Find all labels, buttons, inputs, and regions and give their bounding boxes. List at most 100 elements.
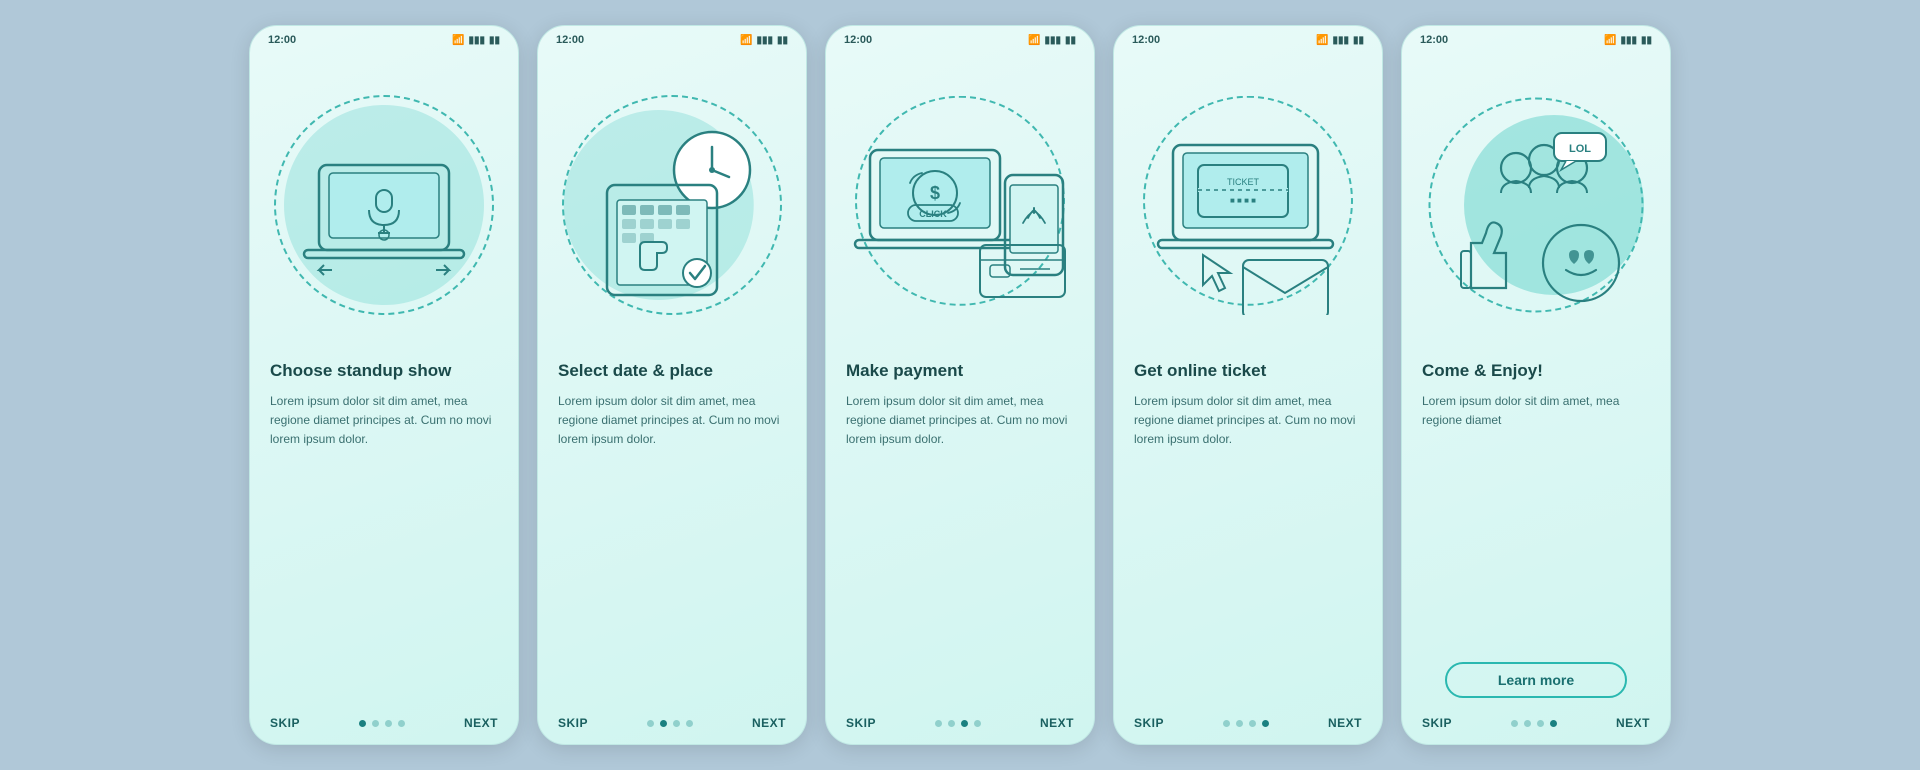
- signal-icon-2: ▮▮▮: [756, 35, 773, 46]
- dot-4-3: [1262, 720, 1269, 727]
- dot-1-1: [372, 720, 379, 727]
- screens-container: 12:00 📶 ▮▮▮ ▮▮: [249, 25, 1671, 745]
- skip-btn-3[interactable]: SKIP: [846, 716, 876, 730]
- status-bar-1: 12:00 📶 ▮▮▮ ▮▮: [250, 26, 518, 50]
- status-bar-5: 12:00 📶 ▮▮▮ ▮▮: [1402, 26, 1670, 50]
- phone-screen-3: 12:00 📶 ▮▮▮ ▮▮ $: [825, 25, 1095, 745]
- content-5: Come & Enjoy! Lorem ipsum dolor sit dim …: [1402, 360, 1670, 708]
- battery-icon-5: ▮▮: [1641, 35, 1652, 46]
- screen-body-2: Lorem ipsum dolor sit dim amet, mea regi…: [558, 392, 786, 708]
- svg-text:■ ■ ■ ■: ■ ■ ■ ■: [1230, 196, 1256, 205]
- status-icons-1: 📶 ▮▮▮ ▮▮: [452, 35, 500, 46]
- wifi-icon: 📶: [452, 35, 464, 46]
- signal-icon-4: ▮▮▮: [1332, 35, 1349, 46]
- illustration-4: TICKET ■ ■ ■ ■: [1114, 50, 1382, 360]
- screen-body-4: Lorem ipsum dolor sit dim amet, mea regi…: [1134, 392, 1362, 708]
- phone-screen-5: 12:00 📶 ▮▮▮ ▮▮ LOL: [1401, 25, 1671, 745]
- svg-text:CLICK: CLICK: [919, 209, 947, 219]
- illustration-5: LOL: [1402, 50, 1670, 360]
- time-1: 12:00: [268, 34, 296, 46]
- dots-4: [1223, 720, 1269, 727]
- battery-icon-3: ▮▮: [1065, 35, 1076, 46]
- next-btn-2[interactable]: NEXT: [752, 716, 786, 730]
- signal-icon: ▮▮▮: [468, 35, 485, 46]
- dot-3-3: [974, 720, 981, 727]
- phone-screen-4: 12:00 📶 ▮▮▮ ▮▮ TICKET ■ ■ ■ ■: [1113, 25, 1383, 745]
- time-3: 12:00: [844, 34, 872, 46]
- next-btn-4[interactable]: NEXT: [1328, 716, 1362, 730]
- battery-icon: ▮▮: [489, 35, 500, 46]
- next-btn-1[interactable]: NEXT: [464, 716, 498, 730]
- bottom-nav-1: SKIP NEXT: [250, 708, 518, 744]
- bottom-nav-4: SKIP NEXT: [1114, 708, 1382, 744]
- dot-2-1: [660, 720, 667, 727]
- dot-1-2: [385, 720, 392, 727]
- skip-btn-1[interactable]: SKIP: [270, 716, 300, 730]
- dot-4-0: [1223, 720, 1230, 727]
- illustration-2: [538, 50, 806, 360]
- ticket-svg: TICKET ■ ■ ■ ■: [1133, 95, 1363, 315]
- skip-btn-5[interactable]: SKIP: [1422, 716, 1452, 730]
- wifi-icon-4: 📶: [1316, 35, 1328, 46]
- enjoy-svg: LOL: [1416, 98, 1656, 313]
- dot-3-0: [935, 720, 942, 727]
- screen-title-3: Make payment: [846, 360, 1074, 382]
- status-icons-4: 📶 ▮▮▮ ▮▮: [1316, 35, 1364, 46]
- dot-2-0: [647, 720, 654, 727]
- dots-2: [647, 720, 693, 727]
- bottom-nav-2: SKIP NEXT: [538, 708, 806, 744]
- dot-4-1: [1236, 720, 1243, 727]
- status-icons-5: 📶 ▮▮▮ ▮▮: [1604, 35, 1652, 46]
- dot-4-2: [1249, 720, 1256, 727]
- svg-text:TICKET: TICKET: [1227, 177, 1260, 187]
- next-btn-3[interactable]: NEXT: [1040, 716, 1074, 730]
- dot-2-2: [673, 720, 680, 727]
- screen-title-4: Get online ticket: [1134, 360, 1362, 382]
- dot-5-2: [1537, 720, 1544, 727]
- content-4: Get online ticket Lorem ipsum dolor sit …: [1114, 360, 1382, 708]
- payment-svg: $ CLICK: [840, 95, 1080, 315]
- status-bar-2: 12:00 📶 ▮▮▮ ▮▮: [538, 26, 806, 50]
- dot-5-1: [1524, 720, 1531, 727]
- bottom-nav-5: SKIP NEXT: [1402, 708, 1670, 744]
- dot-2-3: [686, 720, 693, 727]
- content-1: Choose standup show Lorem ipsum dolor si…: [250, 360, 518, 708]
- dot-1-0: [359, 720, 366, 727]
- battery-icon-2: ▮▮: [777, 35, 788, 46]
- illustration-1: [250, 50, 518, 360]
- dot-3-2: [961, 720, 968, 727]
- calendar-clock-svg: [557, 95, 787, 315]
- learn-more-button[interactable]: Learn more: [1445, 662, 1627, 698]
- dots-3: [935, 720, 981, 727]
- wifi-icon-3: 📶: [1028, 35, 1040, 46]
- screen-body-3: Lorem ipsum dolor sit dim amet, mea regi…: [846, 392, 1074, 708]
- dot-5-3: [1550, 720, 1557, 727]
- svg-text:LOL: LOL: [1569, 143, 1591, 155]
- battery-icon-4: ▮▮: [1353, 35, 1364, 46]
- status-icons-2: 📶 ▮▮▮ ▮▮: [740, 35, 788, 46]
- screen-title-1: Choose standup show: [270, 360, 498, 382]
- phone-screen-1: 12:00 📶 ▮▮▮ ▮▮: [249, 25, 519, 745]
- time-4: 12:00: [1132, 34, 1160, 46]
- dot-5-0: [1511, 720, 1518, 727]
- wifi-icon-2: 📶: [740, 35, 752, 46]
- phone-screen-2: 12:00 📶 ▮▮▮ ▮▮: [537, 25, 807, 745]
- bottom-nav-3: SKIP NEXT: [826, 708, 1094, 744]
- screen-title-5: Come & Enjoy!: [1422, 360, 1650, 382]
- screen-body-5: Lorem ipsum dolor sit dim amet, mea regi…: [1422, 392, 1650, 652]
- content-3: Make payment Lorem ipsum dolor sit dim a…: [826, 360, 1094, 708]
- dots-5: [1511, 720, 1557, 727]
- wifi-icon-5: 📶: [1604, 35, 1616, 46]
- dots-1: [359, 720, 405, 727]
- next-btn-5[interactable]: NEXT: [1616, 716, 1650, 730]
- svg-text:$: $: [930, 183, 940, 203]
- screen-title-2: Select date & place: [558, 360, 786, 382]
- signal-icon-3: ▮▮▮: [1044, 35, 1061, 46]
- skip-btn-4[interactable]: SKIP: [1134, 716, 1164, 730]
- signal-icon-5: ▮▮▮: [1620, 35, 1637, 46]
- skip-btn-2[interactable]: SKIP: [558, 716, 588, 730]
- status-bar-4: 12:00 📶 ▮▮▮ ▮▮: [1114, 26, 1382, 50]
- screen-body-1: Lorem ipsum dolor sit dim amet, mea regi…: [270, 392, 498, 708]
- dot-3-1: [948, 720, 955, 727]
- time-2: 12:00: [556, 34, 584, 46]
